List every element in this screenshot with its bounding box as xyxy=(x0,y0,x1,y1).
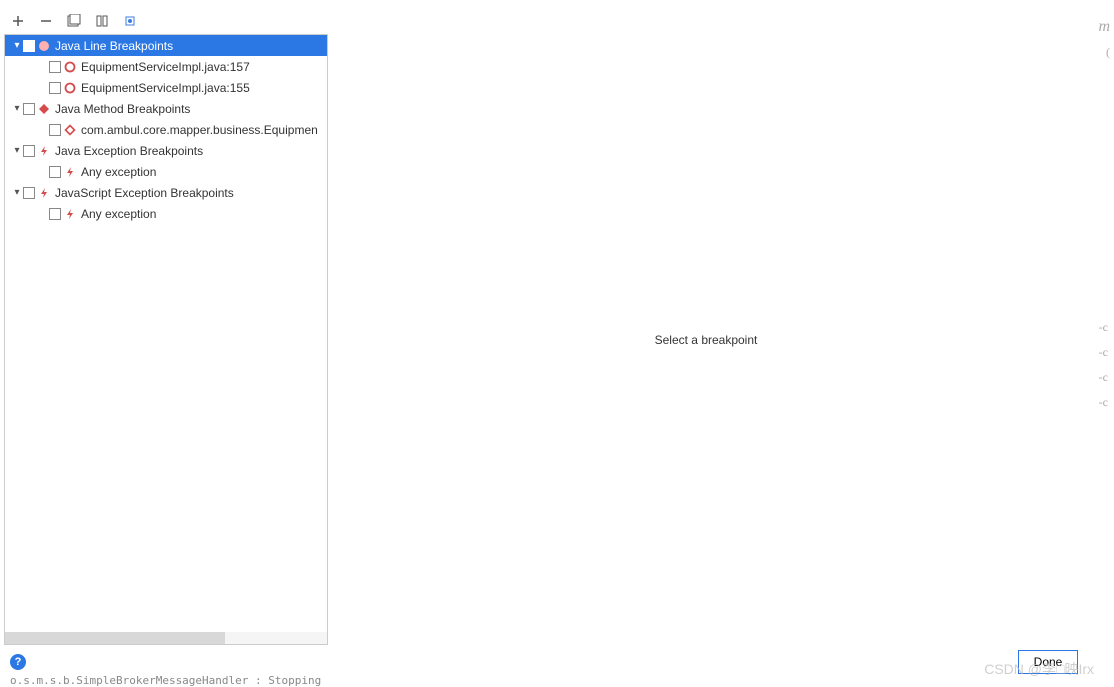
checkbox[interactable] xyxy=(49,208,61,220)
diamond-outline-red-icon xyxy=(63,123,77,137)
toolbar xyxy=(4,12,1084,34)
scrollbar-thumb[interactable] xyxy=(5,632,225,644)
checkbox[interactable] xyxy=(23,40,35,52)
detail-placeholder: Select a breakpoint xyxy=(655,333,758,347)
chevron-down-icon[interactable]: ▾ xyxy=(11,187,23,198)
lightning-red-icon xyxy=(37,186,51,200)
checkbox[interactable] xyxy=(23,145,35,157)
circle-solid-red-icon xyxy=(37,39,51,53)
lightning-red-icon xyxy=(37,144,51,158)
circle-outline-red-icon xyxy=(63,60,77,74)
background-console-text: o.s.m.s.b.SimpleBrokerMessageHandler : S… xyxy=(10,674,321,687)
breakpoints-dialog: ▾ Java Line Breakpoints EquipmentServiceIm… xyxy=(4,12,1084,679)
done-button[interactable]: Done xyxy=(1018,650,1078,674)
breakpoint-tree-panel: ▾ Java Line Breakpoints EquipmentServiceIm… xyxy=(4,34,328,645)
group-by-class-icon[interactable] xyxy=(94,13,110,29)
tree-group-java-line[interactable]: ▾ Java Line Breakpoints xyxy=(5,35,327,56)
tree-item-eq157[interactable]: EquipmentServiceImpl.java:157 xyxy=(5,56,327,77)
main-content: ▾ Java Line Breakpoints EquipmentServiceIm… xyxy=(4,34,1084,645)
tree-group-java-exc[interactable]: ▾ Java Exception Breakpoints xyxy=(5,140,327,161)
horizontal-scrollbar[interactable] xyxy=(5,632,327,644)
tree-group-java-method[interactable]: ▾ Java Method Breakpoints xyxy=(5,98,327,119)
detail-panel: Select a breakpoint xyxy=(328,34,1084,645)
checkbox[interactable] xyxy=(49,166,61,178)
remove-button[interactable] xyxy=(38,13,54,29)
item-label: Any exception xyxy=(81,207,327,221)
breakpoint-tree[interactable]: ▾ Java Line Breakpoints EquipmentServiceIm… xyxy=(5,35,327,632)
help-icon[interactable]: ? xyxy=(10,654,26,670)
tree-item-mapper[interactable]: com.ambul.core.mapper.business.Equipmen xyxy=(5,119,327,140)
checkbox[interactable] xyxy=(49,61,61,73)
group-label: Java Method Breakpoints xyxy=(55,102,327,116)
tree-item-anyexc1[interactable]: Any exception xyxy=(5,161,327,182)
group-label: Java Exception Breakpoints xyxy=(55,144,327,158)
item-label: EquipmentServiceImpl.java:157 xyxy=(81,60,327,74)
checkbox[interactable] xyxy=(49,82,61,94)
chevron-down-icon[interactable]: ▾ xyxy=(11,103,23,114)
tree-group-js-exc[interactable]: ▾ JavaScript Exception Breakpoints xyxy=(5,182,327,203)
item-label: Any exception xyxy=(81,165,327,179)
chevron-down-icon[interactable]: ▾ xyxy=(11,145,23,156)
checkbox[interactable] xyxy=(49,124,61,136)
diamond-solid-red-icon xyxy=(37,102,51,116)
checkbox[interactable] xyxy=(23,187,35,199)
background-edge: m ( -c -c -c -c xyxy=(1090,0,1114,687)
group-label: JavaScript Exception Breakpoints xyxy=(55,186,327,200)
lightning-red-icon xyxy=(63,165,77,179)
view-options-icon[interactable] xyxy=(122,13,138,29)
checkbox[interactable] xyxy=(23,103,35,115)
chevron-down-icon[interactable]: ▾ xyxy=(11,40,23,51)
tree-item-eq155[interactable]: EquipmentServiceImpl.java:155 xyxy=(5,77,327,98)
item-label: com.ambul.core.mapper.business.Equipmen xyxy=(81,123,327,137)
circle-outline-red-icon xyxy=(63,81,77,95)
lightning-red-icon xyxy=(63,207,77,221)
add-button[interactable] xyxy=(10,13,26,29)
group-by-file-icon[interactable] xyxy=(66,13,82,29)
item-label: EquipmentServiceImpl.java:155 xyxy=(81,81,327,95)
group-label: Java Line Breakpoints xyxy=(55,39,327,53)
tree-item-anyexc2[interactable]: Any exception xyxy=(5,203,327,224)
